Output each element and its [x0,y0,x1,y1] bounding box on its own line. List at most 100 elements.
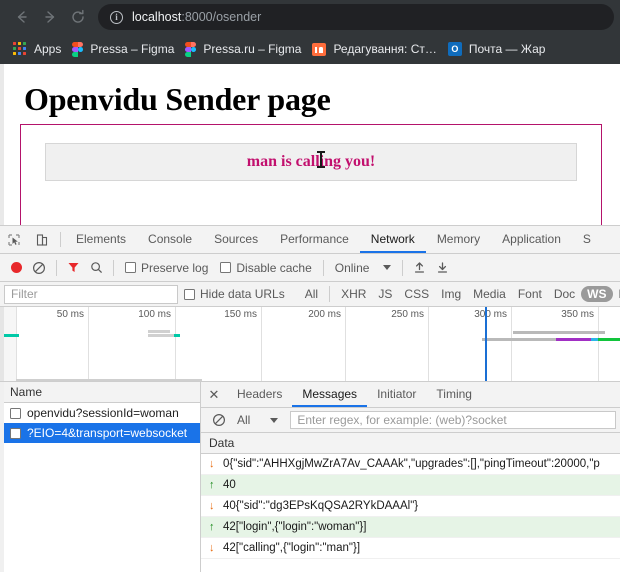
hide-data-urls-checkbox[interactable]: Hide data URLs [178,287,291,301]
call-banner: man is calling you! [45,143,577,181]
list-item[interactable]: ↓ 0{"sid":"AHHXgjMwZrA7Av_CAAAk","upgrad… [201,454,620,475]
arrow-up-icon: ↑ [209,478,215,491]
search-icon[interactable] [85,257,108,279]
filter-css[interactable]: CSS [398,287,435,301]
tab-network[interactable]: Network [359,226,426,253]
page-viewport: Openvidu Sender page man is calling you! [0,64,620,225]
message-regex-input[interactable]: Enter regex, for example: (web)?socket [290,411,616,429]
checkbox-box [220,262,232,273]
import-har-icon[interactable] [408,257,431,279]
export-har-icon[interactable] [431,257,454,279]
filter-doc[interactable]: Doc [548,287,581,301]
filter-media[interactable]: Media [467,287,512,301]
waterfall-bar [598,338,620,341]
linkedin-icon [312,42,327,56]
message-text: 42["login",{"login":"woman"}] [223,521,367,533]
disable-cache-label: Disable cache [236,260,312,275]
message-type-dropdown[interactable]: All [231,413,284,427]
waterfall-bar [482,338,556,341]
messages-list[interactable]: ↓ 0{"sid":"AHHXgjMwZrA7Av_CAAAk","upgrad… [201,454,620,572]
tab-elements[interactable]: Elements [65,226,137,253]
request-name: openvidu?sessionId=woman [27,406,179,420]
waterfall-bar [4,334,19,337]
bookmark-label: Pressa.ru – Figma [203,42,302,56]
toolbar-divider [60,232,61,247]
address-bar[interactable]: i localhost:8000/osender [98,4,614,30]
list-item[interactable]: ↓ 42["calling",{"login":"man"}] [201,538,620,559]
table-row[interactable]: ?EIO=4&transport=websocket [0,423,200,443]
preserve-log-label: Preserve log [141,260,209,275]
inspect-element-icon[interactable] [0,226,28,253]
message-text: 40 [223,479,236,491]
arrow-down-icon: ↓ [209,457,215,470]
device-toolbar-icon[interactable] [28,226,56,253]
filter-ws[interactable]: WS [581,286,613,302]
tab-security[interactable]: S [572,226,602,253]
call-banner-text: man is calling you! [246,153,376,170]
filter-input[interactable]: Filter [4,284,178,304]
clear-button[interactable] [27,257,51,279]
detail-tab-headers[interactable]: Headers [227,382,292,407]
tab-sources[interactable]: Sources [203,226,269,253]
filter-manifest[interactable]: Manifes [613,287,620,301]
tab-console[interactable]: Console [137,226,203,253]
bookmark-label: Почта — Жар [468,42,546,56]
network-timeline-overview[interactable]: 50 ms 100 ms 150 ms 200 ms 250 ms 300 ms… [0,307,620,382]
record-button[interactable] [6,257,27,279]
call-container: man is calling you! [20,124,602,225]
bookmark-pressa-figma[interactable]: Pressa – Figma [69,38,182,60]
requests-column-header: Name [0,382,200,403]
bookmark-redaguvannya[interactable]: Редагування: Ст… [309,38,444,60]
tab-application[interactable]: Application [491,226,572,253]
preserve-log-checkbox[interactable]: Preserve log [119,261,214,275]
table-row[interactable]: openvidu?sessionId=woman [0,403,200,423]
forward-arrow-icon[interactable] [36,3,64,31]
network-body: Name openvidu?sessionId=woman ?EIO=4&tra… [0,382,620,572]
figma-icon [185,41,197,57]
filter-js[interactable]: JS [372,287,398,301]
list-item[interactable]: ↑ 40 [201,475,620,496]
filter-img[interactable]: Img [435,287,467,301]
close-icon[interactable]: ✕ [201,382,227,407]
info-icon[interactable]: i [110,10,123,24]
disable-cache-checkbox[interactable]: Disable cache [214,261,317,275]
bookmark-apps[interactable]: Apps [10,38,69,60]
throttle-dropdown[interactable]: Online [329,261,398,275]
filter-all[interactable]: All [299,287,324,301]
text-cursor-icon [317,151,325,168]
list-item[interactable]: ↓ 40{"sid":"dg3EPsKqQSA2RYkDAAAl"} [201,496,620,517]
apps-grid-icon [13,42,27,56]
request-name: ?EIO=4&transport=websocket [27,426,188,440]
waterfall-bar [591,338,598,341]
omnibar-row: i localhost:8000/osender [0,0,620,34]
detail-tab-messages[interactable]: Messages [292,382,368,407]
detail-tab-timing[interactable]: Timing [426,382,482,407]
bookmark-pochta[interactable]: O Почта — Жар [445,38,554,60]
list-item[interactable]: ↑ 42["login",{"login":"woman"}] [201,517,620,538]
detail-tab-initiator[interactable]: Initiator [367,382,426,407]
resource-type-filters: All XHR JS CSS Img Media Font Doc WS Man… [299,286,620,302]
bookmark-pressa-ru-figma[interactable]: Pressa.ru – Figma [182,38,309,60]
tab-performance[interactable]: Performance [269,226,360,253]
bookmark-label: Редагування: Ст… [333,42,437,56]
checkbox-box [125,262,136,273]
filter-xhr[interactable]: XHR [335,287,372,301]
back-arrow-icon[interactable] [8,3,36,31]
timeline-tick-label: 200 ms [308,309,341,320]
controls-divider-4 [402,259,404,276]
browser-chrome: i localhost:8000/osender Apps Pressa – F… [0,0,620,64]
message-text: 0{"sid":"AHHXgjMwZrA7Av_CAAAk","upgrades… [223,458,600,470]
page-content: Openvidu Sender page man is calling you! [4,81,620,225]
message-text: 42["calling",{"login":"man"}] [223,542,361,554]
clear-messages-icon[interactable] [207,409,231,431]
domcontentloaded-marker [485,307,487,381]
tab-memory[interactable]: Memory [426,226,491,253]
filter-font[interactable]: Font [512,287,548,301]
overview-scrollbar[interactable] [16,379,202,381]
reload-icon[interactable] [64,3,92,31]
request-checkbox[interactable] [10,407,21,419]
filter-icon[interactable] [62,257,85,279]
request-checkbox[interactable] [10,427,21,439]
waterfall-bar [513,331,605,334]
message-type-value: All [237,413,251,427]
